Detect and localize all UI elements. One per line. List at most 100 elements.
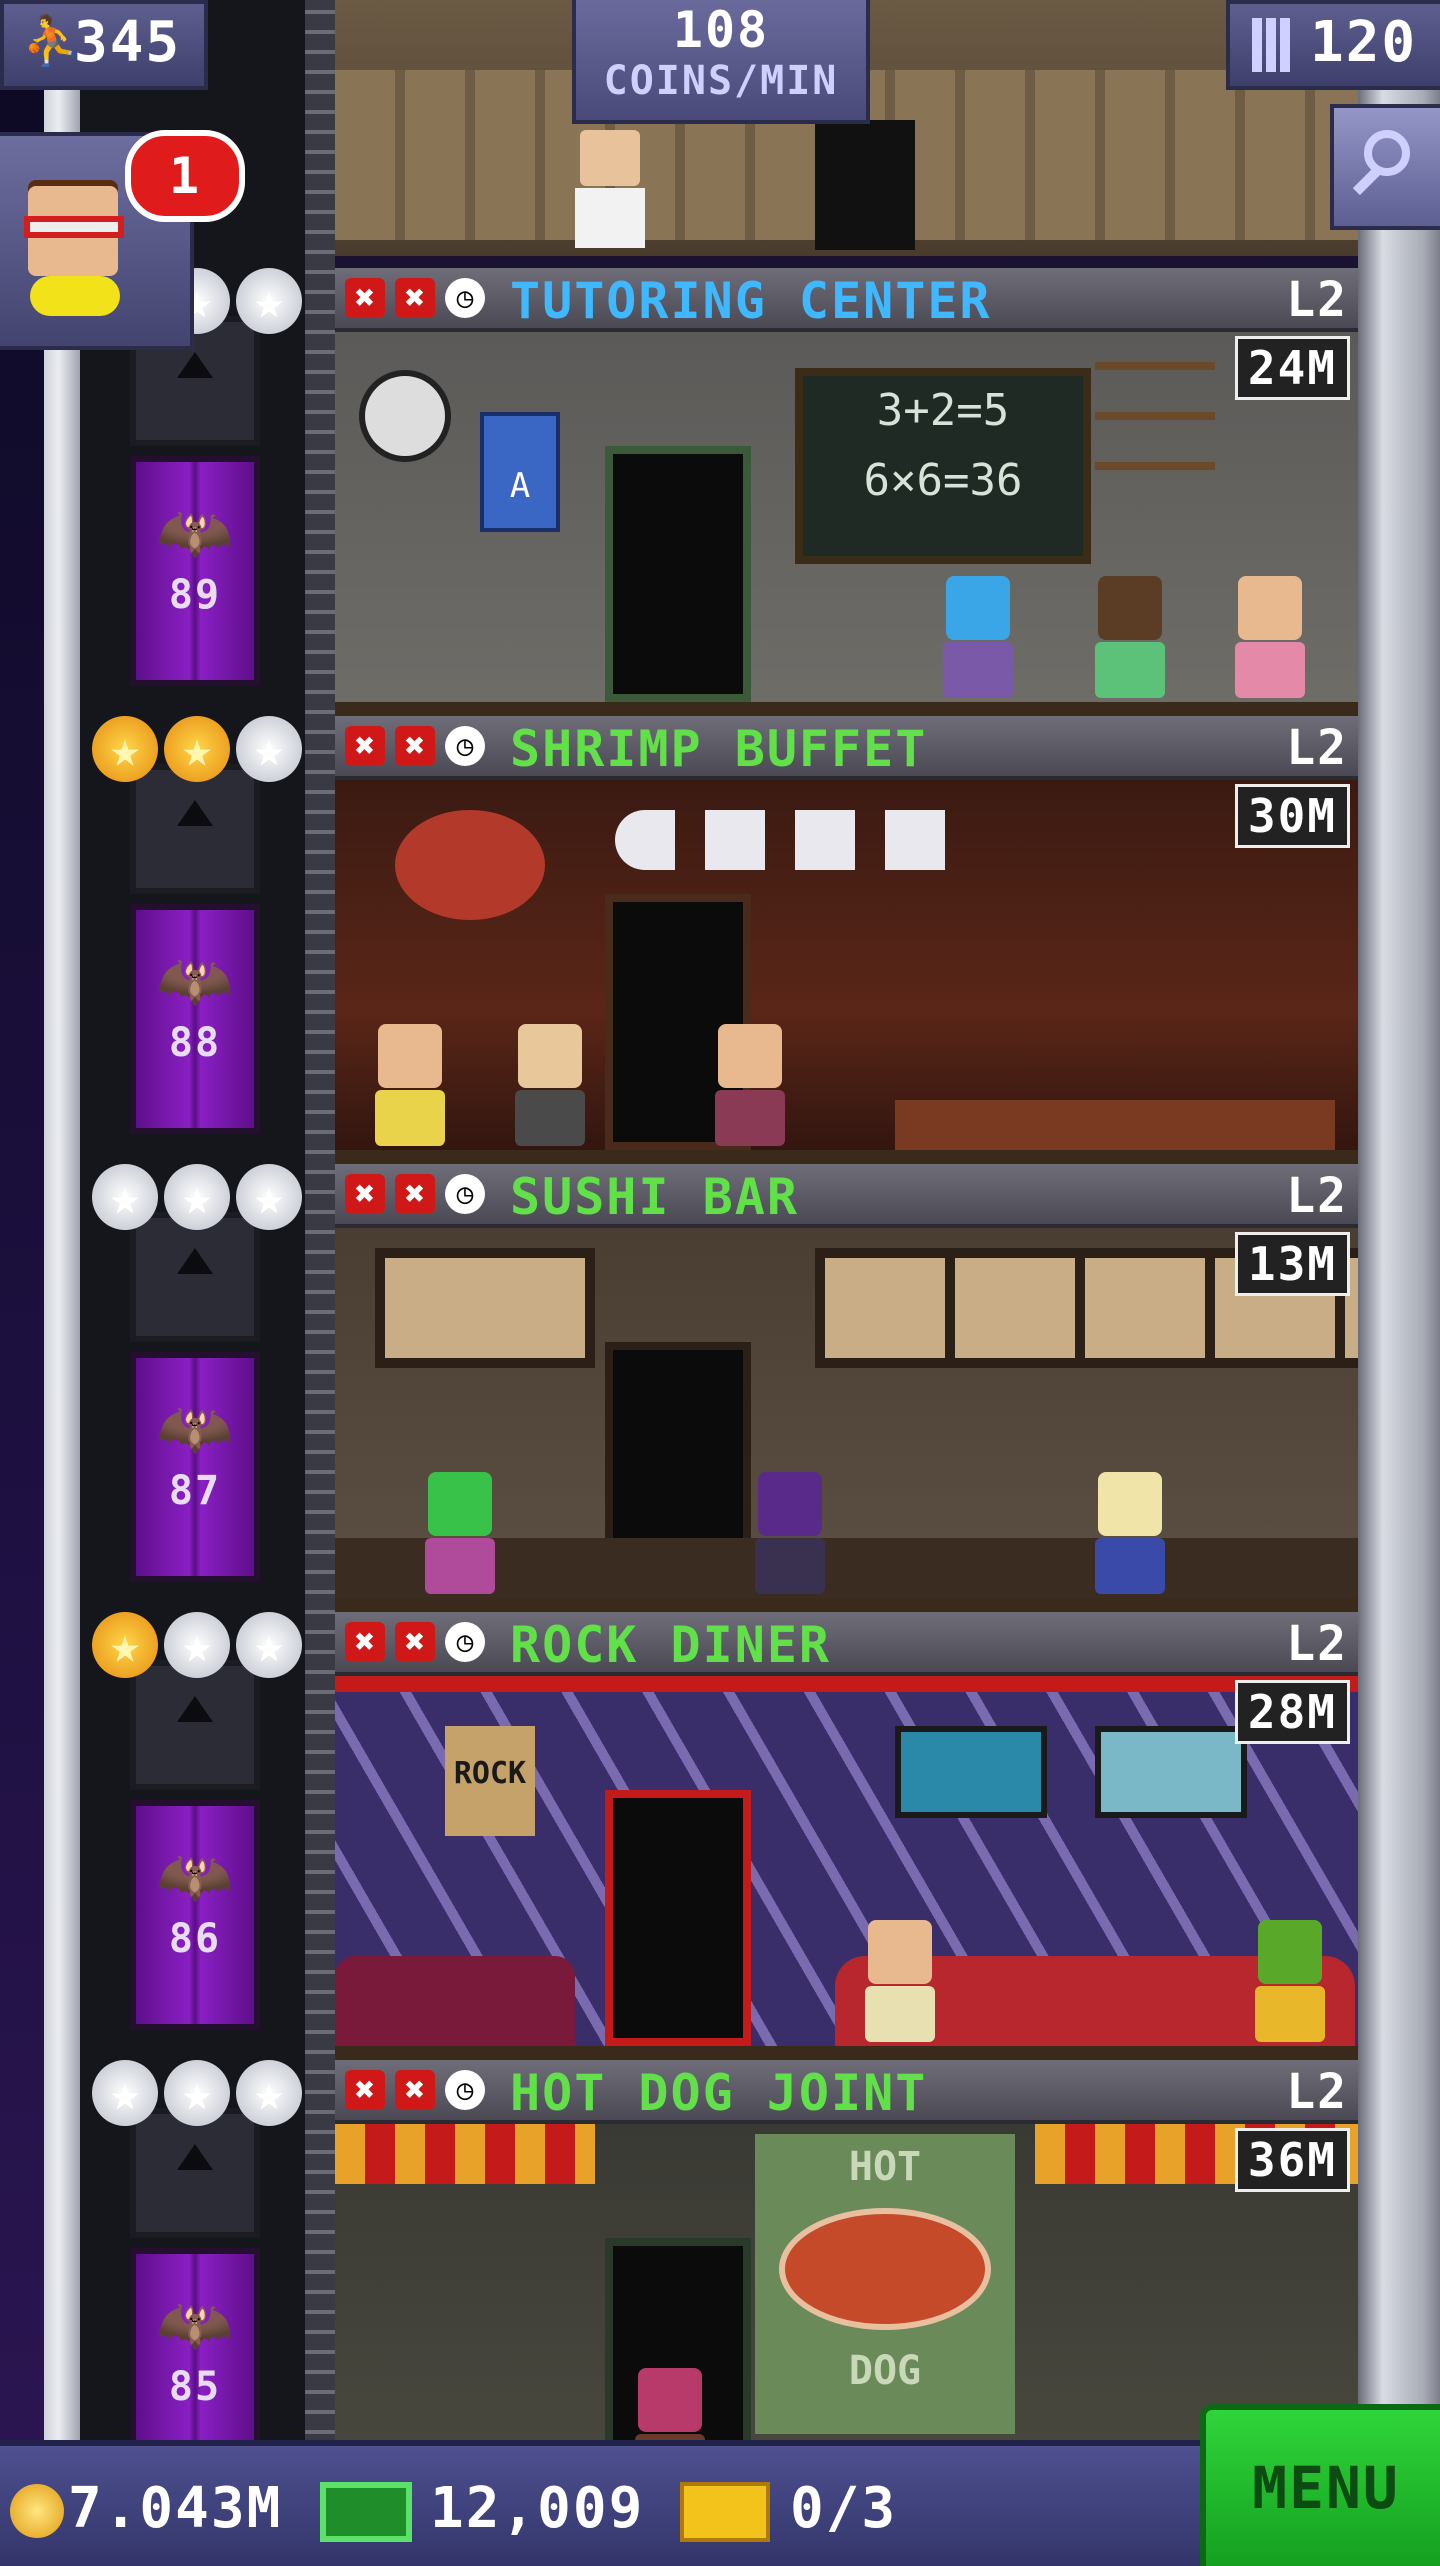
floor-level: L2 <box>1286 720 1348 776</box>
floor-count-value: 120 <box>1310 10 1418 75</box>
floor-name: ROCK DINER <box>510 1616 832 1674</box>
floor-stars-88: ★ ★ ★ <box>92 716 302 786</box>
star-icon: ★ <box>236 1612 302 1678</box>
star-icon: ★ <box>164 716 230 782</box>
resident[interactable] <box>375 1024 445 1146</box>
restock-timer: 13M <box>1234 1232 1350 1296</box>
neon-trim <box>335 1676 1358 1692</box>
stock-empty-icon: ✖ <box>345 1622 385 1662</box>
clock-icon: ◷ <box>445 2070 485 2110</box>
buffet-counter <box>895 1100 1335 1150</box>
star-icon: ★ <box>92 1612 158 1678</box>
coins-per-minute[interactable]: 108 COINS/MIN <box>572 0 870 124</box>
search-button[interactable] <box>1330 104 1440 230</box>
stock-empty-icon: ✖ <box>395 278 435 318</box>
resident[interactable] <box>865 1920 935 2042</box>
floor-base <box>335 2046 1358 2060</box>
room-interior[interactable] <box>335 780 1358 1164</box>
clock-icon: ◷ <box>445 1622 485 1662</box>
room-interior[interactable]: ROCK <box>335 1676 1358 2060</box>
restock-timer: 30M <box>1234 784 1350 848</box>
doorway <box>815 120 915 250</box>
wall-window <box>375 1248 595 1368</box>
floor-base <box>335 702 1358 716</box>
coins-rate-value: 108 <box>672 1 770 59</box>
population-value: 345 <box>74 10 182 75</box>
notification-badge: 1 <box>125 130 245 222</box>
floor-header: ✖ ✖ ◷ ROCK DINER L2 <box>335 1612 1358 1676</box>
room-interior[interactable]: A 3+2=5 6×6=36 <box>335 332 1358 716</box>
elevator-door[interactable]: 🦇 86 <box>130 1800 260 2030</box>
floor-rock-diner[interactable]: ✖ ✖ ◷ ROCK DINER L2 ROCK 28M <box>335 1612 1358 2060</box>
bux-icon <box>320 2482 412 2542</box>
rubber-duck-icon <box>30 276 120 316</box>
resident[interactable] <box>943 576 1013 698</box>
floor-base <box>335 1150 1358 1164</box>
awning <box>335 2124 595 2184</box>
resident[interactable] <box>575 130 645 250</box>
chalkboard: 3+2=5 6×6=36 <box>795 368 1091 564</box>
star-icon: ★ <box>92 1164 158 1230</box>
stock-empty-icon: ✖ <box>395 726 435 766</box>
sign-text: HOT <box>848 2144 922 2190</box>
bat-icon: 🦇 <box>156 2288 234 2361</box>
stock-empty-icon: ✖ <box>395 1174 435 1214</box>
star-icon: ★ <box>236 1164 302 1230</box>
star-icon: ★ <box>92 716 158 782</box>
clock-icon: ◷ <box>445 278 485 318</box>
coins-value[interactable]: 7.043M <box>68 2476 282 2541</box>
magnifier-handle <box>1352 166 1382 196</box>
star-icon: ★ <box>92 2060 158 2126</box>
floor-level: L2 <box>1286 272 1348 328</box>
resident[interactable] <box>1255 1920 1325 2042</box>
resident[interactable] <box>1095 576 1165 698</box>
star-icon: ★ <box>164 2060 230 2126</box>
floor-sushi-bar[interactable]: ✖ ✖ ◷ SUSHI BAR L2 13M <box>335 1164 1358 1612</box>
menu-button[interactable]: MENU <box>1200 2404 1440 2566</box>
elevator-door[interactable]: 🦇 87 <box>130 1352 260 1582</box>
floor-number: 85 <box>168 2364 222 2410</box>
sign-text: DOG <box>848 2348 922 2394</box>
restock-timer: 36M <box>1234 2128 1350 2192</box>
floor-level: L2 <box>1286 2064 1348 2120</box>
resident[interactable] <box>1095 1472 1165 1594</box>
floor-shrimp-buffet[interactable]: ✖ ✖ ◷ SHRIMP BUFFET L2 30M <box>335 716 1358 1164</box>
apple-poster: A <box>480 412 560 532</box>
resident[interactable] <box>1235 576 1305 698</box>
night-sky <box>0 0 44 2440</box>
population-counter[interactable]: ⛹ 345 <box>0 0 208 90</box>
restock-timer: 28M <box>1234 1680 1350 1744</box>
elevator-door[interactable]: 🦇 89 <box>130 456 260 686</box>
wall-frame <box>1095 1726 1247 1818</box>
floor-name: SUSHI BAR <box>510 1168 799 1226</box>
star-icon: ★ <box>164 1612 230 1678</box>
floor-count[interactable]: 120 <box>1226 0 1440 90</box>
rock-poster: ROCK <box>445 1726 535 1836</box>
bux-value[interactable]: 12,009 <box>430 2476 644 2541</box>
bat-icon: 🦇 <box>156 1840 234 1913</box>
tickets-value[interactable]: 0/3 <box>790 2476 897 2541</box>
floor-tutoring-center[interactable]: ✖ ✖ ◷ TUTORING CENTER L2 A 3+2=5 6×6=36 … <box>335 268 1358 716</box>
elevator-door[interactable]: 🦇 88 <box>130 904 260 1134</box>
room-door <box>605 446 751 702</box>
resident[interactable] <box>715 1024 785 1146</box>
wall-clock-icon <box>359 370 451 462</box>
wall-frame <box>895 1726 1047 1818</box>
clock-icon: ◷ <box>445 1174 485 1214</box>
resident[interactable] <box>755 1472 825 1594</box>
resident[interactable] <box>515 1024 585 1146</box>
bat-icon: 🦇 <box>156 944 234 1017</box>
room-door <box>605 1790 751 2046</box>
elevator-rail <box>305 0 335 2440</box>
room-interior[interactable] <box>335 1228 1358 1612</box>
shrimp-sign <box>395 810 545 920</box>
glasses-icon <box>24 216 124 238</box>
bookshelf <box>1095 362 1215 512</box>
chalkboard-line: 3+2=5 <box>876 385 1010 436</box>
resident[interactable] <box>425 1472 495 1594</box>
floor-header: ✖ ✖ ◷ TUTORING CENTER L2 <box>335 268 1358 332</box>
bat-icon: 🦇 <box>156 1392 234 1465</box>
floor-level: L2 <box>1286 1168 1348 1224</box>
floor-number: 89 <box>168 572 222 618</box>
coins-rate-unit: COINS/MIN <box>603 58 839 104</box>
